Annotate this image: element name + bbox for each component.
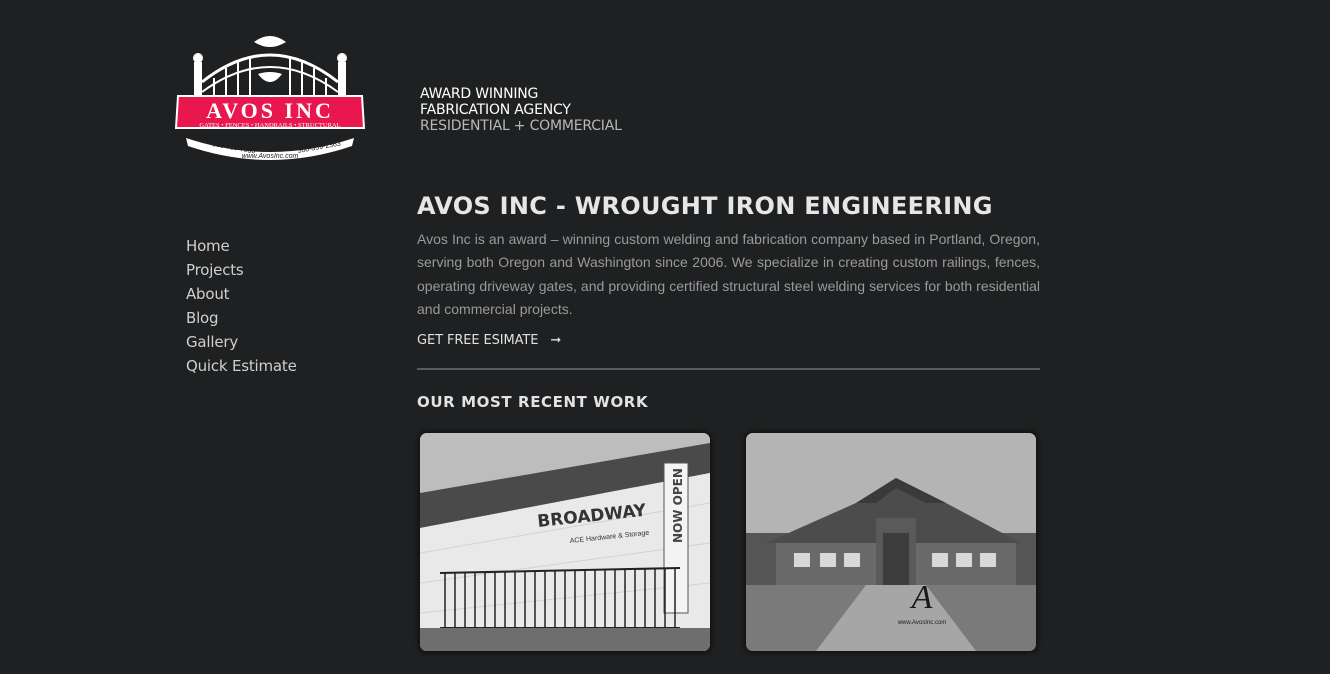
nav-item-quick-estimate[interactable]: Quick Estimate (186, 354, 297, 378)
svg-text:A: A (910, 579, 933, 616)
logo[interactable]: AVOS INC GATES • FENCES • HANDRAILS • ST… (172, 34, 368, 164)
nav-item-projects[interactable]: Projects (186, 258, 297, 282)
tagline-line-2: FABRICATION AGENCY (420, 102, 571, 118)
intro-paragraph: Avos Inc is an award – winning custom we… (417, 231, 1040, 317)
svg-text:NOW OPEN: NOW OPEN (671, 468, 685, 543)
nav-item-blog[interactable]: Blog (186, 306, 297, 330)
nav-item-about[interactable]: About (186, 282, 297, 306)
free-estimate-label: GET FREE ESIMATE (417, 333, 539, 349)
svg-text:GATES • FENCES • HANDRAILS • S: GATES • FENCES • HANDRAILS • STRUCTURAL (199, 122, 340, 129)
main-nav: Home Projects About Blog Gallery Quick E… (186, 234, 297, 378)
house-image: A www.AvosInc.com (746, 433, 1036, 651)
recent-work-heading: OUR MOST RECENT WORK (417, 393, 649, 412)
svg-text:www.AvosInc.com: www.AvosInc.com (897, 620, 947, 626)
main-content: AVOS INC - WROUGHT IRON ENGINEERING Avos… (417, 190, 1040, 411)
recent-work-card-house[interactable]: A www.AvosInc.com (746, 433, 1036, 651)
divider (417, 368, 1040, 371)
nav-item-home[interactable]: Home (186, 234, 297, 258)
svg-text:AVOS INC: AVOS INC (206, 98, 334, 123)
nav-item-gallery[interactable]: Gallery (186, 330, 297, 354)
tagline-line-1: AWARD WINNING (420, 86, 539, 102)
recent-work-card-broadway[interactable]: BROADWAY ACE Hardware & Storage NOW OPEN (420, 433, 710, 651)
logo-gate-icon: AVOS INC GATES • FENCES • HANDRAILS • ST… (174, 36, 366, 160)
page-title: AVOS INC - WROUGHT IRON ENGINEERING (417, 192, 993, 220)
svg-text:www.AvosInc.com: www.AvosInc.com (242, 153, 299, 160)
tagline-line-3: RESIDENTIAL + COMMERCIAL (420, 118, 622, 134)
free-estimate-link[interactable]: GET FREE ESIMATE ➞ (417, 333, 561, 348)
tagline: AWARD WINNING FABRICATION AGENCY RESIDEN… (420, 86, 622, 134)
arrow-right-icon: ➞ (550, 333, 562, 349)
broadway-building-image: BROADWAY ACE Hardware & Storage NOW OPEN (420, 433, 710, 651)
